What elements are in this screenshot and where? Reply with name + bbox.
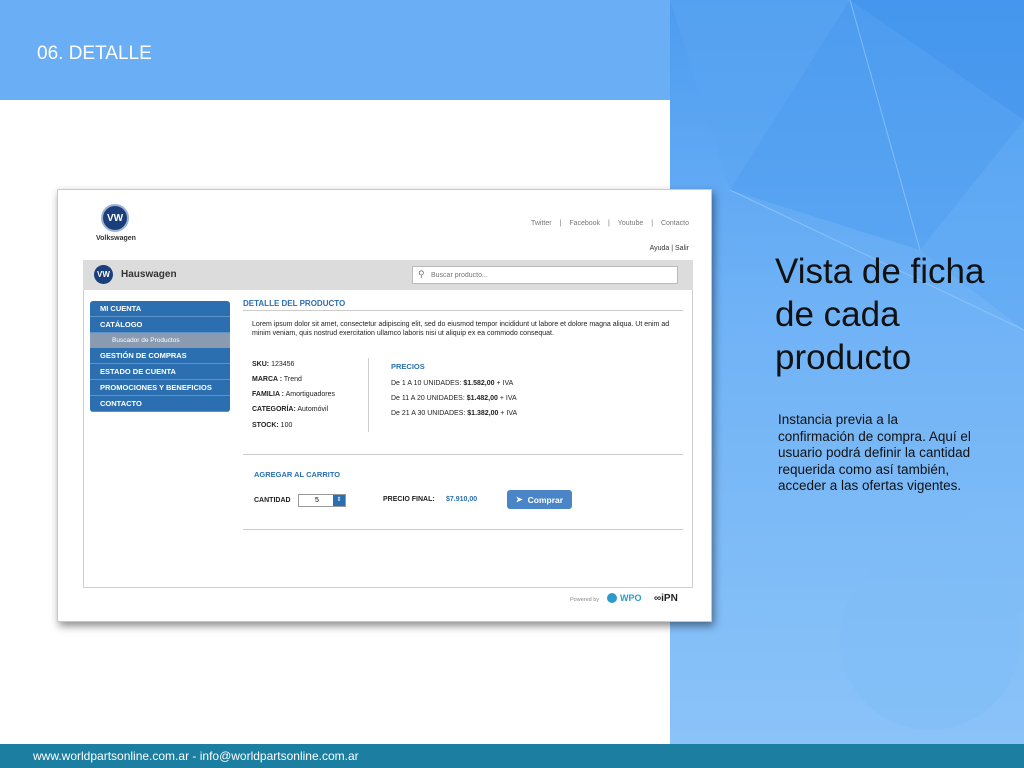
sidebar-item-contacto[interactable]: CONTACTO [90, 396, 230, 412]
buy-button[interactable]: ➤ Comprar [507, 490, 572, 509]
link-separator: | [608, 220, 610, 227]
sidebar-item-estado-cuenta[interactable]: ESTADO DE CUENTA [90, 364, 230, 380]
contacto-link[interactable]: Contacto [661, 220, 689, 227]
price-value: $1.382,00 [467, 410, 499, 417]
detail-title: DETALLE DEL PRODUCTO [243, 299, 346, 308]
search-icon[interactable]: ⚲ [418, 269, 425, 280]
slide-description: Instancia previa a la confirmación de co… [778, 412, 971, 493]
divider [243, 529, 683, 530]
facebook-link[interactable]: Facebook [569, 220, 600, 227]
final-price-label: PRECIO FINAL: [383, 496, 435, 503]
spec-label: FAMILIA : [252, 391, 285, 398]
site-title: Hauswagen [121, 269, 177, 280]
spec-stock: STOCK: 100 [252, 422, 292, 429]
spec-value: 100 [280, 422, 293, 429]
prices-title: PRECIOS [391, 362, 425, 371]
price-value: $1.582,00 [463, 380, 495, 387]
spec-label: STOCK: [252, 422, 279, 429]
spec-categoria: CATEGORÍA: Automóvil [252, 406, 328, 413]
price-tax: + IVA [499, 395, 517, 402]
product-description: Lorem ipsum dolor sit amet, consectetur … [252, 321, 670, 337]
final-price-value: $7.910,00 [446, 496, 478, 503]
spec-label: CATEGORÍA: [252, 406, 296, 413]
youtube-link[interactable]: Youtube [618, 220, 643, 227]
volkswagen-small-logo-icon[interactable]: VW [94, 265, 113, 284]
sidebar-item-mi-cuenta[interactable]: MI CUENTA [90, 301, 230, 317]
spec-value: Automóvil [297, 406, 329, 413]
slide-heading: Vista de ficha de cada producto [775, 252, 985, 377]
arrow-right-icon: ➤ [515, 495, 523, 504]
sidebar-item-catalogo[interactable]: CATÁLOGO [90, 317, 230, 333]
price-row: De 1 A 10 UNIDADES: $1.582,00 + IVA [391, 380, 513, 387]
vertical-divider [368, 358, 369, 432]
spec-familia: FAMILIA : Amortiguadores [252, 391, 335, 398]
sidebar-nav: MI CUENTA CATÁLOGO Buscador de Productos… [90, 301, 230, 412]
divider [243, 454, 683, 455]
volkswagen-logo-icon[interactable]: VW [101, 204, 129, 232]
wpo-text: WPO [620, 593, 642, 603]
price-tax: + IVA [496, 380, 514, 387]
cart-title: AGREGAR AL CARRITO [254, 470, 341, 479]
brand-name: Volkswagen [96, 235, 136, 242]
spec-label: MARCA : [252, 376, 283, 383]
ipn-logo: ∞iPN [654, 593, 678, 604]
sidebar-subitem-buscador[interactable]: Buscador de Productos [90, 333, 230, 348]
price-value: $1.482,00 [466, 395, 498, 402]
divider [243, 310, 683, 311]
footer-contact: www.worldpartsonline.com.ar - info@world… [33, 749, 359, 763]
buy-button-label: Comprar [527, 494, 564, 505]
price-row: De 21 A 30 UNIDADES: $1.382,00 + IVA [391, 410, 517, 417]
product-detail-screenshot: VW Volkswagen Twitter | Facebook | Youtu… [57, 189, 712, 622]
geometric-pattern [670, 0, 1024, 730]
price-tax: + IVA [500, 410, 518, 417]
sidebar-item-promociones[interactable]: PROMOCIONES Y BENEFICIOS [90, 380, 230, 396]
wpo-icon [607, 593, 617, 603]
price-row: De 11 A 20 UNIDADES: $1.482,00 + IVA [391, 395, 517, 402]
section-title: 06. DETALLE [37, 43, 152, 64]
social-links: Twitter | Facebook | Youtube | Contacto [525, 220, 689, 227]
spec-value: Trend [283, 376, 302, 383]
twitter-link[interactable]: Twitter [531, 220, 552, 227]
price-range: De 21 A 30 UNIDADES: [391, 410, 466, 417]
quantity-stepper[interactable]: ⇕ [298, 494, 346, 507]
site-header: VW Hauswagen ⚲ [83, 260, 693, 290]
spec-value: Amortiguadores [285, 391, 335, 398]
link-separator: | [651, 220, 654, 227]
price-range: De 1 A 10 UNIDADES: [391, 380, 462, 387]
link-separator: | [559, 220, 562, 227]
quantity-input[interactable] [301, 495, 333, 506]
sidebar-item-gestion-compras[interactable]: GESTIÓN DE COMPRAS [90, 348, 230, 364]
search-input[interactable] [431, 268, 671, 282]
spec-sku: SKU: 123456 [252, 361, 294, 368]
stepper-arrows-icon[interactable]: ⇕ [333, 495, 345, 506]
spec-label: SKU: [252, 361, 270, 368]
footer-bar-right [670, 744, 1024, 768]
wpo-logo: WPO [607, 593, 642, 603]
quantity-label: CANTIDAD [254, 497, 291, 504]
spec-marca: MARCA : Trend [252, 376, 302, 383]
spec-value: 123456 [271, 361, 295, 368]
price-range: De 11 A 20 UNIDADES: [391, 395, 465, 402]
user-links[interactable]: Ayuda | Salir [650, 245, 689, 252]
powered-by-label: Powered by [570, 597, 600, 603]
right-decorative-panel [670, 0, 1024, 768]
search-box[interactable]: ⚲ [412, 266, 678, 284]
